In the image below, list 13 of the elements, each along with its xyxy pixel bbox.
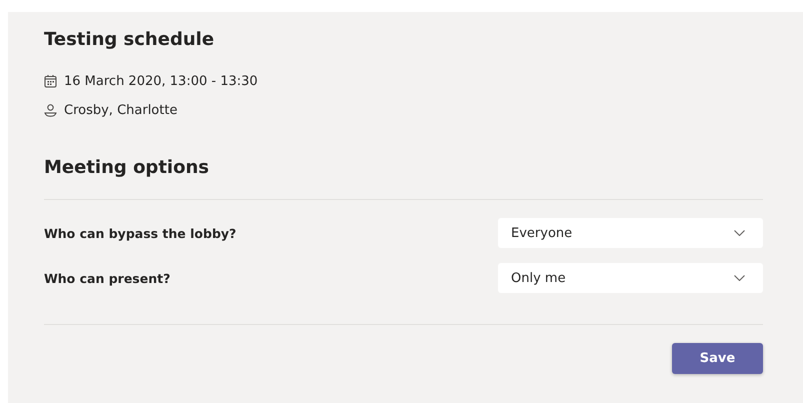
meeting-date-time: 16 March 2020, 13:00 - 13:30 [64,73,258,91]
option-label: Who can bypass the lobby? [44,226,236,240]
option-label: Who can present? [44,270,170,286]
organizer-name: Crosby, Charlotte [64,102,178,120]
option-dropdown[interactable]: Everyone [498,218,763,248]
section-heading: Meeting options [44,156,209,180]
chevron-icon [734,275,745,281]
calendar-icon [44,75,57,88]
option-dropdown[interactable]: Only me [498,263,763,293]
chevron-icon [734,230,745,236]
person-icon [44,104,57,117]
meeting-title: Testing schedule [44,28,214,52]
save-button[interactable]: Save [672,343,763,374]
